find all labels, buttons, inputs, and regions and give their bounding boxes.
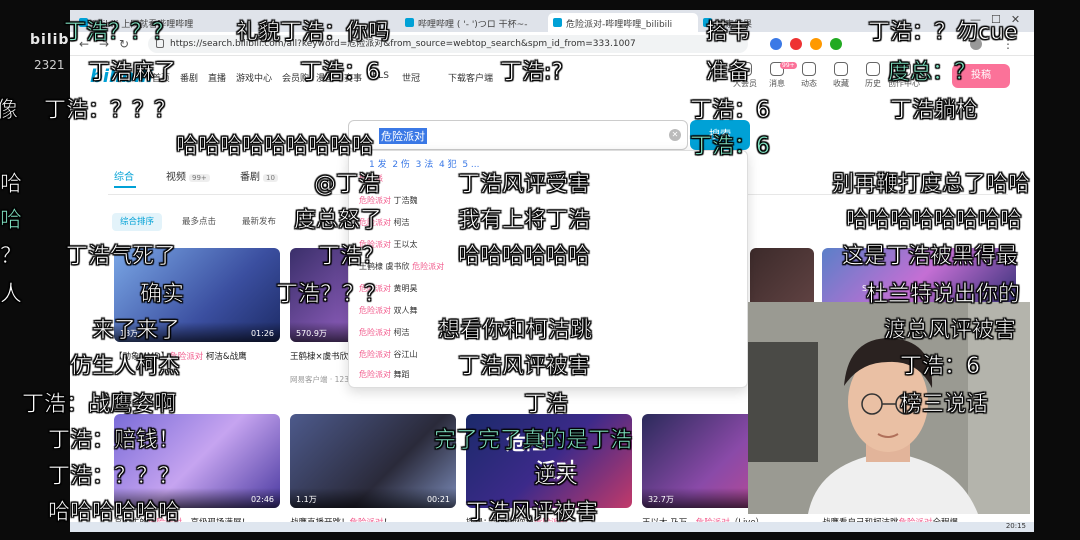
duration: 02:46: [250, 495, 274, 504]
sort-newest[interactable]: 最新发布: [234, 213, 284, 231]
window-controls[interactable]: —☐✕: [970, 13, 1030, 26]
tab-video[interactable]: 视频 99+: [166, 168, 210, 183]
suggestion-item[interactable]: 危险派对 舞蹈: [359, 369, 410, 380]
browser-tab-active[interactable]: 危险派对-哔哩哔哩_bilibili: [548, 13, 698, 32]
view-count: 570.9万: [296, 329, 327, 338]
suggestion-item[interactable]: 王鹤棣 虞书欣 危险派对: [359, 261, 444, 272]
ime-candidates[interactable]: 1 发 2 伤 3 法 4 犯 5 ...: [369, 157, 479, 170]
view-count: 13万: [120, 329, 139, 338]
clear-icon[interactable]: ✕: [669, 129, 681, 141]
url-field[interactable]: https://search.bilibili.com/all?keyword=…: [148, 35, 748, 53]
search-input[interactable]: 危险派对 ✕: [348, 120, 688, 150]
browser-tab[interactable]: bilibili 上网就看哔哩哔哩: [74, 13, 224, 32]
suggestion-item[interactable]: 危险派对 丁浩魏: [359, 195, 418, 206]
extension-icon[interactable]: [810, 38, 822, 50]
video-thumbnail[interactable]: 02:46: [114, 414, 280, 508]
bilibili-favicon-icon: [703, 18, 712, 27]
bilibili-logo[interactable]: bilibili: [90, 66, 153, 87]
upload-button[interactable]: 投稿: [952, 64, 1010, 88]
nav-live[interactable]: 直播: [208, 71, 226, 84]
nav-vip[interactable]: 大会员: [730, 62, 760, 89]
suggestion-item[interactable]: 危险派对 王以太: [359, 239, 418, 250]
refresh-icon[interactable]: ↻: [116, 36, 132, 52]
search-button[interactable]: 搜索: [690, 120, 750, 150]
extension-icon[interactable]: [790, 38, 802, 50]
video-thumbnail[interactable]: 危险 派对: [466, 414, 632, 508]
tab-bangumi[interactable]: 番剧 10: [240, 168, 278, 183]
suggestion-item[interactable]: 危险派对 柯洁: [359, 217, 410, 228]
nav-dynamic[interactable]: 动态: [794, 62, 824, 89]
back-icon[interactable]: ←: [76, 36, 92, 52]
nav-anime[interactable]: 番剧: [180, 71, 198, 84]
danmaku-comment: 哈: [0, 208, 23, 234]
nav-history[interactable]: 历史: [858, 62, 888, 89]
forward-icon[interactable]: →: [96, 36, 112, 52]
nav-creator[interactable]: 创作中心: [886, 62, 922, 89]
nav-game-center[interactable]: 游戏中心: [236, 71, 272, 84]
sort-default[interactable]: 综合排序: [112, 213, 163, 231]
bilibili-favicon-icon: [405, 18, 414, 27]
browser-tab-bar: bilibili 上网就看哔哩哔哩 哔哩哔哩 ( '- ')つロ 干杯~- 危险…: [70, 10, 1034, 32]
browser-tab[interactable]: 哔哩哔哩 ( '- ')つロ 干杯~-: [400, 13, 550, 32]
suggestion-item[interactable]: 危险派对 谷江山: [359, 349, 418, 360]
video-thumbnail[interactable]: 1.1万 00:21: [290, 414, 456, 508]
sort-clicks[interactable]: 最多点击: [174, 213, 224, 231]
clock: 20:15: [1005, 522, 1026, 530]
nav-worlds[interactable]: 世冠: [402, 71, 420, 84]
browser-tab[interactable]: 搜索结果: [698, 13, 808, 32]
bulb-icon: [897, 62, 911, 76]
menu-dots-icon[interactable]: ⋮: [1000, 36, 1016, 52]
suggestion-item[interactable]: 危险派: [359, 173, 383, 184]
bilibili-favicon-icon: [79, 18, 88, 27]
search-suggestions-dropdown: 1 发 2 伤 3 法 4 犯 5 ... 危险派 危险派对 丁浩魏 危险派对 …: [348, 150, 748, 388]
nav-messages[interactable]: 消息 99+: [762, 62, 797, 89]
suggestion-item[interactable]: 危险派对 双人舞: [359, 305, 418, 316]
nav-shop[interactable]: 会员购: [282, 71, 309, 84]
duration: 01:26: [250, 329, 274, 338]
star-icon: [834, 62, 848, 76]
lock-icon: [156, 39, 164, 48]
viewer-count: 2321: [34, 58, 65, 72]
nav-home[interactable]: 首页: [152, 71, 170, 84]
clock-icon: [866, 62, 880, 76]
search-query: 危险派对: [379, 128, 427, 144]
video-title[interactable]: 【动象MMD】危险派对 柯洁&战鹰: [114, 350, 280, 362]
tab-indicator: [114, 186, 136, 188]
tab-all[interactable]: 综合: [114, 168, 134, 183]
extension-icon[interactable]: [770, 38, 782, 50]
dynamic-icon: [802, 62, 816, 76]
view-count: 32.7万: [648, 495, 674, 504]
nav-favorites[interactable]: 收藏: [826, 62, 856, 89]
profile-icon[interactable]: [970, 38, 982, 50]
bilibili-favicon-icon: [553, 18, 562, 27]
nav-esports[interactable]: 赛事: [344, 71, 362, 84]
webcam-overlay: [748, 302, 1030, 514]
duration: 00:21: [426, 495, 450, 504]
nav-manga[interactable]: 漫画: [316, 71, 334, 84]
danmaku-comment: 人: [0, 282, 23, 308]
danmaku-comment: 哈: [0, 172, 23, 198]
stream-frame: bilibili 2321 bilibili 上网就看哔哩哔哩 哔哩哔哩 ( '…: [0, 0, 1080, 540]
taskbar: 20:15: [70, 522, 1034, 532]
nav-bls[interactable]: BLS: [372, 71, 389, 81]
video-thumbnail[interactable]: 13万 01:26: [114, 248, 280, 342]
address-bar: ← → ↻ https://search.bilibili.com/all?ke…: [70, 32, 1034, 56]
streamer-webcam-image: [748, 302, 1030, 514]
nav-download-client[interactable]: 下载客户端: [448, 71, 493, 84]
suggestion-item[interactable]: 危险派对 柯洁: [359, 327, 410, 338]
vip-icon: [738, 62, 752, 76]
suggestion-item[interactable]: 危险派对 黄明昊: [359, 283, 418, 294]
extension-icon[interactable]: [830, 38, 842, 50]
site-header: bilibili 首页 番剧 直播 游戏中心 会员购 漫画 赛事 BLS 世冠 …: [70, 56, 1034, 96]
danmaku-comment: ？: [0, 244, 23, 270]
danmaku-comment: 像: [0, 98, 19, 124]
view-count: 1.1万: [296, 495, 317, 504]
